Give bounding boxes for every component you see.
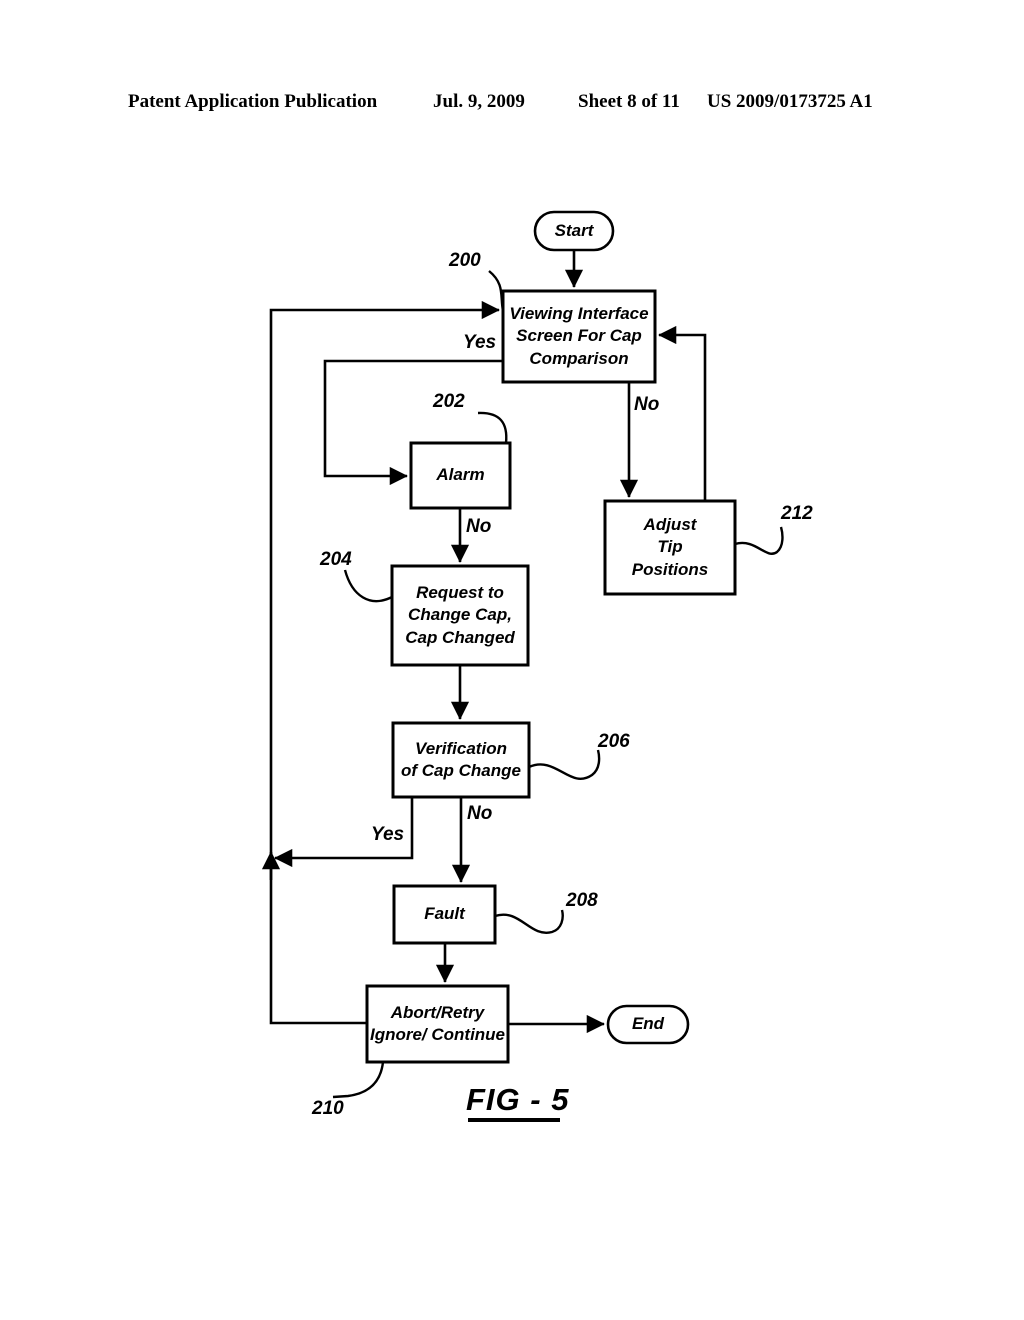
node-end-shape	[606, 1004, 690, 1045]
edge-label-viewing-no: No	[634, 394, 660, 415]
edge-label-verification-no: No	[467, 803, 493, 824]
node-start-shape	[533, 210, 615, 252]
figure-caption: FIG - 5	[466, 1082, 570, 1117]
node-abort-shape	[365, 984, 510, 1064]
node-verification-shape	[391, 721, 531, 799]
edge-label-alarm-no: No	[466, 516, 492, 537]
ref-number-212: 212	[781, 503, 813, 524]
leader-212	[734, 526, 784, 555]
leader-210	[332, 1061, 385, 1099]
edge-adjust-to-viewing	[658, 325, 707, 501]
node-fault-shape	[392, 884, 497, 945]
figure-caption-underline	[468, 1118, 560, 1122]
ref-number-202: 202	[433, 391, 465, 412]
node-viewing-shape	[501, 289, 657, 384]
leader-206	[528, 749, 601, 780]
edge-label-verification-yes: Yes	[371, 824, 405, 845]
ref-number-206: 206	[598, 731, 630, 752]
patent-figure-page: Patent Application Publication Jul. 9, 2…	[0, 0, 1024, 1320]
ref-number-208: 208	[566, 890, 598, 911]
node-request-shape	[390, 564, 530, 667]
edge-label-viewing-yes: Yes	[463, 332, 497, 353]
node-adjust-shape	[603, 499, 737, 596]
leader-200	[488, 270, 505, 312]
ref-number-210: 210	[312, 1098, 344, 1119]
leader-204	[343, 569, 393, 603]
leader-202	[477, 411, 508, 444]
ref-number-204: 204	[320, 549, 352, 570]
ref-number-200: 200	[449, 250, 481, 271]
edge-viewing-yes-to-alarm	[323, 359, 503, 486]
leader-208	[494, 909, 564, 934]
flowchart-diagram	[261, 210, 784, 1099]
node-alarm-shape	[409, 441, 512, 510]
